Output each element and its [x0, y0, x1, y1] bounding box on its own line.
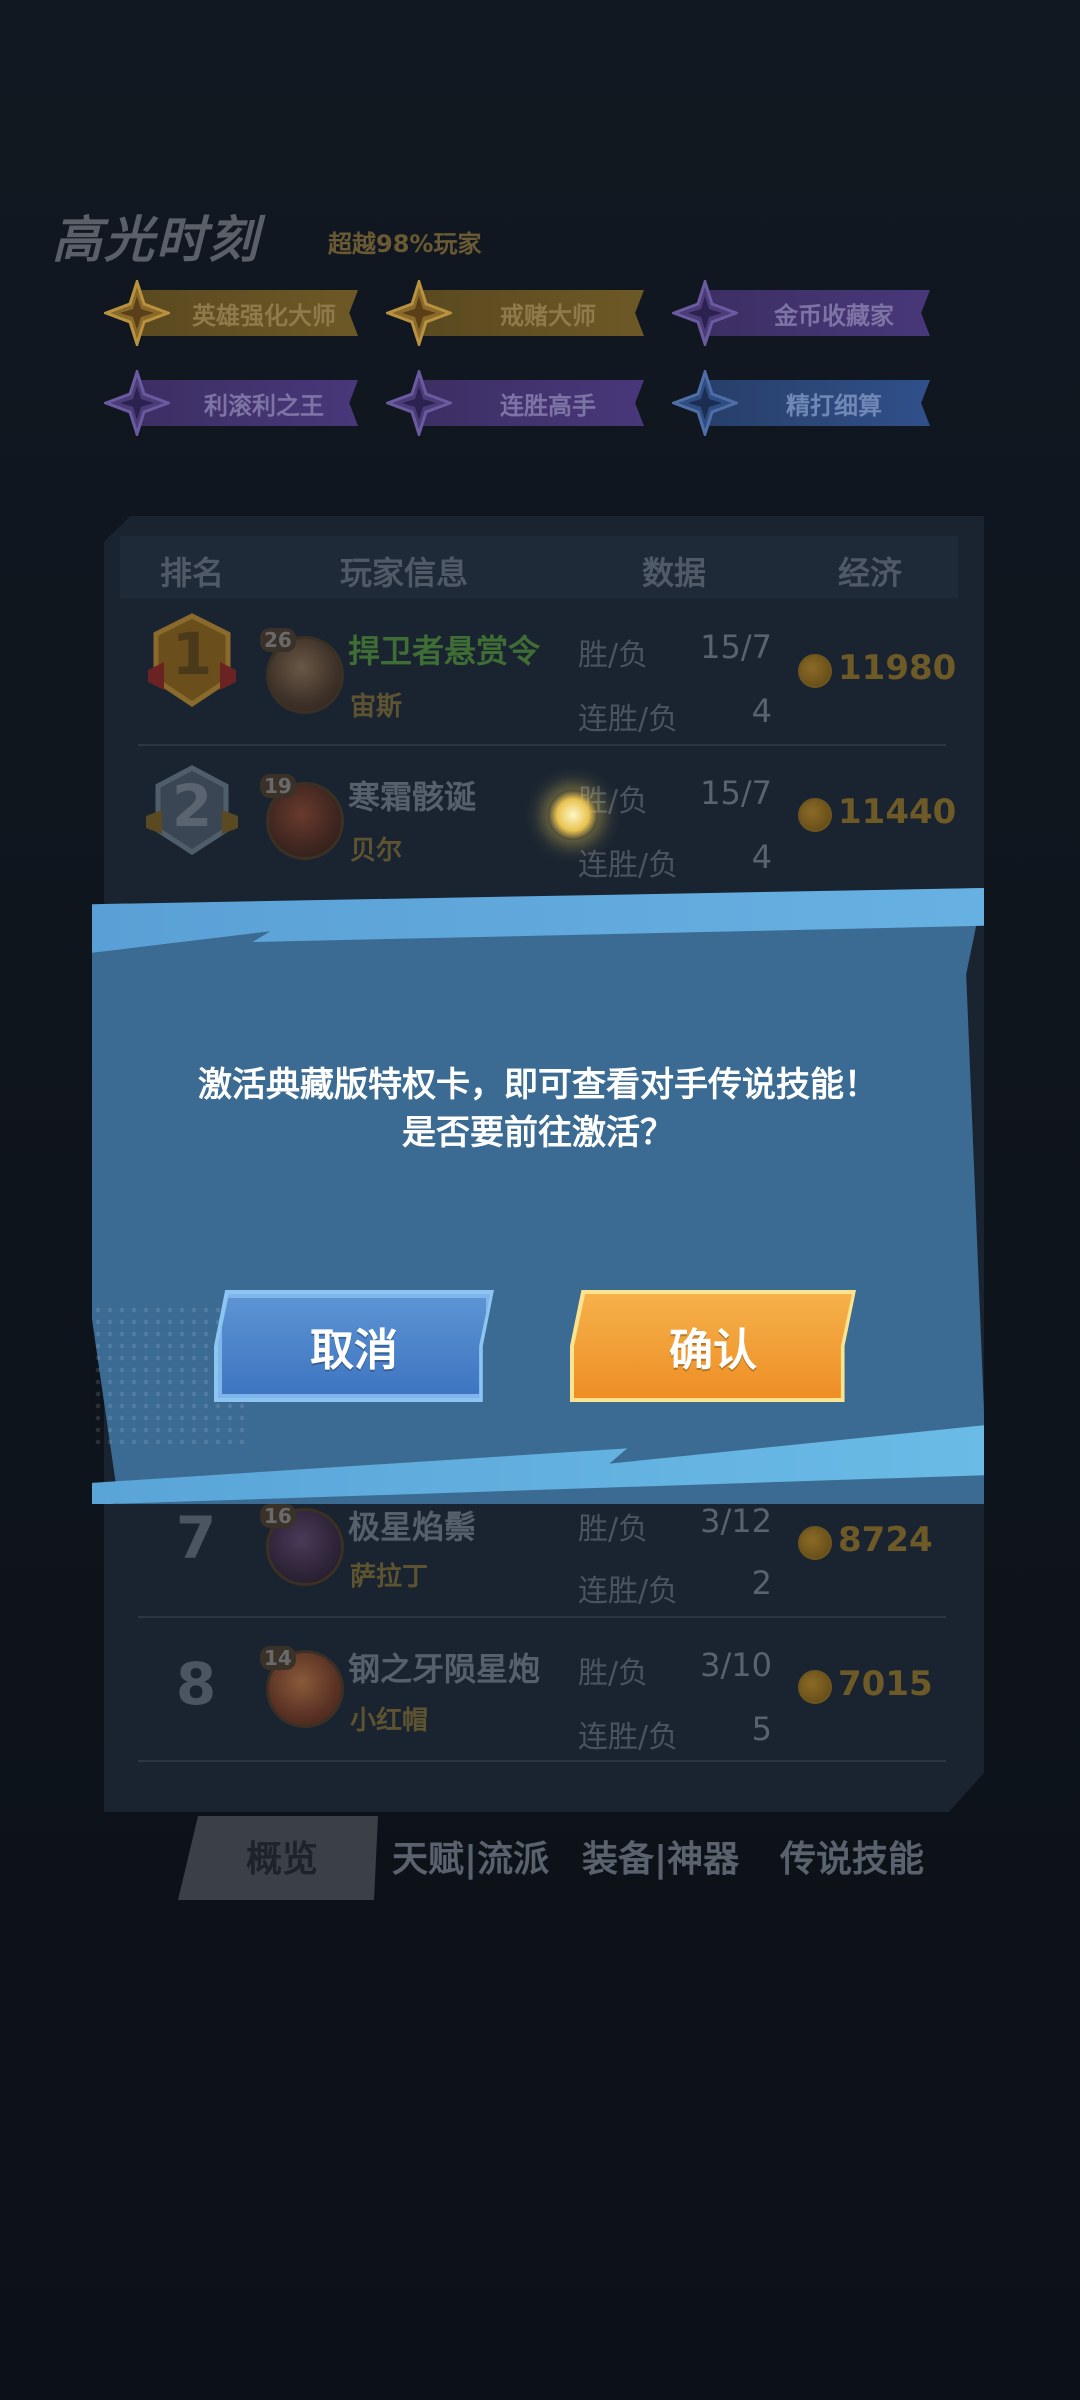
- confirm-button[interactable]: 确认: [570, 1290, 856, 1402]
- streak-value: 5: [751, 1710, 772, 1748]
- win-loss-label: 胜/负: [578, 1656, 649, 1691]
- badge-label: 戒赌大师: [422, 290, 644, 336]
- player-name: 钢之牙陨星炮: [348, 1650, 541, 1688]
- player-name: 捍卫者悬赏令: [348, 632, 541, 670]
- gold-value: 7015: [838, 1664, 933, 1704]
- win-loss-value: 3/10: [700, 1646, 772, 1684]
- coin-icon: [798, 1526, 832, 1560]
- tab-talent-school[interactable]: 天赋|流派: [392, 1830, 549, 1882]
- tap-glow-icon: [548, 790, 598, 840]
- badge-compound-king[interactable]: 利滚利之王: [104, 370, 358, 436]
- header-rank: 排名: [160, 554, 225, 592]
- gold-value: 11440: [838, 792, 957, 832]
- badge-careful-planner[interactable]: 精打细算: [672, 370, 930, 436]
- badge-label: 英雄强化大师: [140, 290, 358, 336]
- hero-name: 萨拉丁: [350, 1562, 429, 1592]
- badge-coin-collector[interactable]: 金币收藏家: [672, 280, 930, 346]
- player-name: 寒霜骸诞: [348, 778, 477, 816]
- streak-label: 连胜/负: [578, 848, 679, 883]
- hero-name: 小红帽: [350, 1706, 429, 1736]
- win-loss-value: 15/7: [700, 628, 772, 666]
- cancel-button[interactable]: 取消: [214, 1290, 494, 1402]
- player-level: 16: [260, 1504, 296, 1528]
- player-level: 19: [260, 774, 296, 798]
- streak-value: 2: [751, 1564, 772, 1602]
- coin-icon: [798, 654, 832, 688]
- purple-star-icon: [386, 370, 452, 436]
- badge-label: 连胜高手: [422, 380, 644, 426]
- purple-star-icon: [672, 280, 738, 346]
- row-divider: [138, 1616, 946, 1618]
- confirm-button-label: 确认: [669, 1325, 757, 1376]
- gold-star-icon: [386, 280, 452, 346]
- player-level: 14: [260, 1646, 296, 1670]
- activation-dialog: 激活典藏版特权卡，即可查看对手传说技能！ 是否要前往激活？ 取消 确认: [92, 888, 984, 1504]
- badge-hero-upgrade-master[interactable]: 英雄强化大师: [104, 280, 358, 346]
- rank-number: 1: [171, 620, 213, 688]
- tab-equipment-artifact[interactable]: 装备|神器: [582, 1830, 739, 1882]
- streak-value: 4: [751, 838, 772, 876]
- win-loss-value: 3/12: [700, 1502, 772, 1540]
- badge-gamble-master[interactable]: 戒赌大师: [386, 280, 644, 346]
- header-data: 数据: [642, 554, 707, 592]
- streak-label: 连胜/负: [578, 702, 679, 737]
- header-player-info: 玩家信息: [340, 554, 469, 592]
- gold-value: 11980: [838, 648, 957, 688]
- streak-label: 连胜/负: [578, 1720, 679, 1755]
- hero-name: 宙斯: [350, 692, 403, 722]
- win-loss-label: 胜/负: [578, 1512, 649, 1547]
- dialog-message-line1: 激活典藏版特权卡，即可查看对手传说技能！: [198, 1065, 878, 1105]
- cancel-button-label: 取消: [310, 1325, 398, 1376]
- blue-star-icon: [672, 370, 738, 436]
- badge-label: 精打细算: [708, 380, 930, 426]
- badge-label: 利滚利之王: [140, 380, 358, 426]
- rank-number: 2: [171, 772, 213, 840]
- gold-star-icon: [104, 280, 170, 346]
- rank-number: 8: [175, 1650, 217, 1718]
- streak-value: 4: [751, 692, 772, 730]
- row-divider: [138, 744, 946, 746]
- header-economy: 经济: [838, 554, 903, 592]
- dialog-message-line2: 是否要前往激活？: [402, 1113, 674, 1153]
- tab-overview[interactable]: 概览: [246, 1830, 318, 1882]
- player-name: 极星焰鬃: [348, 1508, 477, 1546]
- win-loss-value: 15/7: [700, 774, 772, 812]
- rank-number: 7: [175, 1504, 217, 1572]
- gold-value: 8724: [838, 1520, 933, 1560]
- streak-label: 连胜/负: [578, 1574, 679, 1609]
- badge-label: 金币收藏家: [708, 290, 930, 336]
- table-header: [120, 536, 958, 598]
- purple-star-icon: [104, 370, 170, 436]
- highlight-title: 高光时刻: [52, 211, 260, 269]
- coin-icon: [798, 1670, 832, 1704]
- hero-name: 贝尔: [350, 836, 403, 866]
- badge-win-streak-expert[interactable]: 连胜高手: [386, 370, 644, 436]
- tab-legend-skills[interactable]: 传说技能: [780, 1830, 924, 1882]
- coin-icon: [798, 798, 832, 832]
- win-loss-label: 胜/负: [578, 638, 649, 673]
- row-divider: [138, 1760, 946, 1762]
- player-level: 26: [260, 628, 296, 652]
- highlight-subtitle: 超越98%玩家: [328, 230, 482, 258]
- game-result-screen: 高光时刻 超越98%玩家 英雄强化大师 戒赌大师 金币收藏家 利滚利之王 连胜高…: [0, 0, 1080, 2400]
